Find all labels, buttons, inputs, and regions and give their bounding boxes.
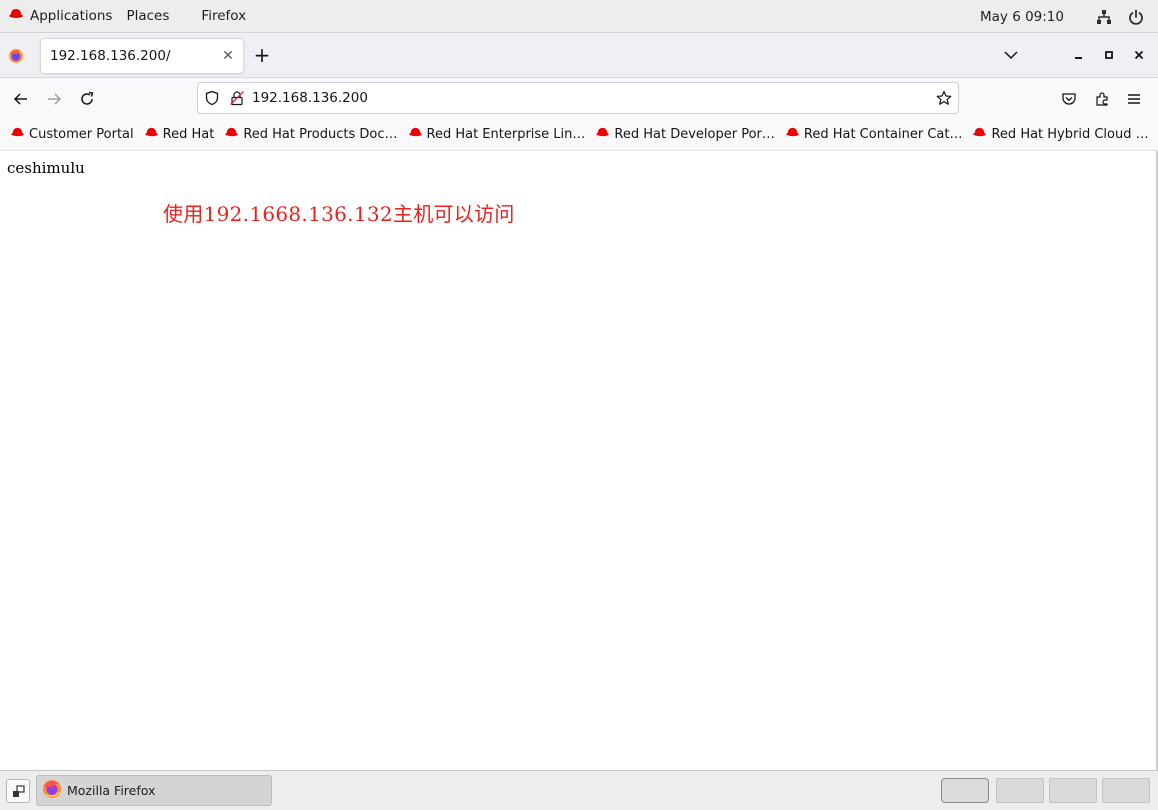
tab-title: 192.168.136.200/ (50, 48, 171, 64)
red-annotation-text: 使用192.1668.136.132主机可以访问 (163, 202, 515, 226)
bookmark-item[interactable]: Red Hat (144, 126, 215, 142)
page-viewport: ceshimulu 使用192.1668.136.132主机可以访问 (0, 151, 1158, 770)
bookmark-item[interactable]: Red Hat Products Doc… (224, 126, 398, 142)
workspace-1[interactable] (941, 778, 989, 803)
top-panel: Applications Places Firefox May 6 09:10 (0, 0, 1158, 33)
page-body-text: ceshimulu (7, 159, 85, 177)
workspace-4[interactable] (1102, 778, 1150, 803)
redhat-icon (224, 127, 239, 142)
insecure-lock-icon[interactable] (229, 90, 245, 110)
url-bar[interactable]: 192.168.136.200 (197, 82, 959, 114)
applications-menu[interactable]: Applications (0, 0, 118, 32)
hamburger-menu-icon[interactable] (1123, 88, 1145, 110)
forward-button[interactable] (43, 88, 65, 110)
redhat-icon (10, 127, 25, 142)
redhat-icon (785, 127, 800, 142)
close-window-icon[interactable] (1129, 45, 1149, 65)
maximize-icon[interactable] (1099, 45, 1119, 65)
tab-active[interactable]: 192.168.136.200/ ✕ (40, 38, 244, 74)
redhat-icon (8, 8, 24, 24)
back-button[interactable] (10, 88, 32, 110)
redhat-icon (972, 127, 987, 142)
url-text[interactable]: 192.168.136.200 (252, 90, 368, 106)
bookmark-label: Red Hat (162, 126, 215, 142)
bookmark-label: Red Hat Container Cat… (803, 126, 963, 142)
firefox-icon (42, 779, 62, 802)
app-menu[interactable]: Firefox (175, 0, 252, 32)
bookmark-label: Red Hat Products Doc… (243, 126, 398, 142)
minimize-icon[interactable] (1069, 45, 1089, 65)
window-list-panel: Mozilla Firefox (0, 770, 1158, 810)
close-tab-icon[interactable]: ✕ (219, 47, 237, 65)
bookmark-star-icon[interactable] (936, 90, 952, 110)
new-tab-button[interactable]: + (252, 43, 272, 67)
bookmark-item[interactable]: Customer Portal (10, 127, 134, 142)
bookmark-item[interactable]: Red Hat Developer Por… (595, 126, 775, 142)
bookmark-item[interactable]: Red Hat Hybrid Cloud … (972, 126, 1149, 142)
workspace-2[interactable] (996, 778, 1044, 803)
firefox-view-icon[interactable] (8, 48, 24, 68)
bookmark-label: Red Hat Developer Por… (614, 126, 775, 142)
places-label: Places (126, 8, 170, 24)
workspace-3[interactable] (1049, 778, 1097, 803)
bookmark-item[interactable]: Red Hat Enterprise Lin… (408, 126, 586, 142)
clock[interactable]: May 6 09:10 (980, 9, 1064, 25)
bookmark-label: Red Hat Hybrid Cloud … (991, 126, 1149, 142)
reload-button[interactable] (76, 88, 98, 110)
taskbar-window-firefox[interactable]: Mozilla Firefox (36, 775, 272, 806)
network-icon[interactable] (1088, 9, 1120, 25)
extensions-icon[interactable] (1091, 88, 1113, 110)
taskbar-window-label: Mozilla Firefox (67, 783, 156, 798)
tracking-protection-icon[interactable] (204, 90, 220, 110)
bookmark-label: Red Hat Enterprise Lin… (426, 126, 586, 142)
redhat-icon (408, 127, 423, 142)
bookmark-label: Customer Portal (29, 126, 134, 142)
applications-label: Applications (30, 8, 113, 24)
show-desktop-button[interactable] (6, 779, 30, 803)
list-all-tabs-icon[interactable] (1001, 45, 1021, 65)
bookmarks-toolbar: Customer Portal Red Hat Red Hat Products… (0, 118, 1158, 151)
bookmark-item[interactable]: Red Hat Container Cat… (785, 126, 963, 142)
pocket-icon[interactable] (1058, 88, 1080, 110)
tab-strip: 192.168.136.200/ ✕ + (0, 33, 1158, 78)
places-menu[interactable]: Places (118, 0, 175, 32)
redhat-icon (144, 127, 159, 142)
app-menu-label: Firefox (201, 8, 247, 24)
navigation-toolbar: 192.168.136.200 (0, 78, 1158, 118)
redhat-icon (595, 127, 610, 142)
power-icon[interactable] (1120, 9, 1152, 25)
